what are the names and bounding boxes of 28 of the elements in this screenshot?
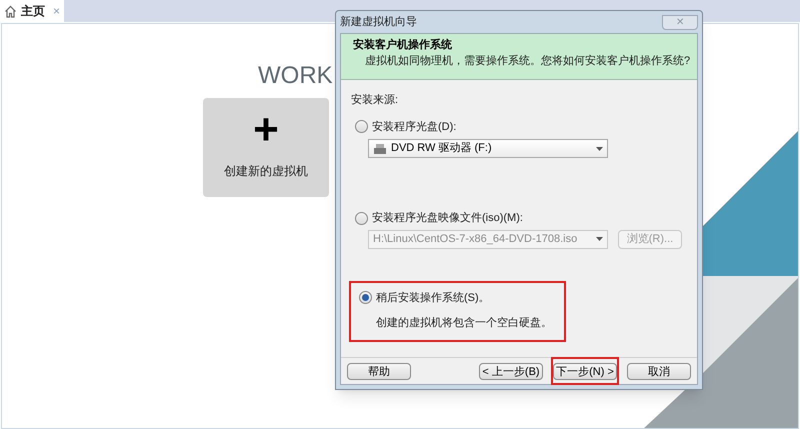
dropdown-caret-icon bbox=[596, 237, 603, 241]
option-label: 安装程序光盘映像文件(iso)(M): bbox=[372, 210, 523, 226]
radio-button[interactable] bbox=[359, 291, 372, 304]
dropdown-value: H:\Linux\CentOS-7-x86_64-DVD-1708.iso bbox=[373, 232, 578, 247]
dialog-button[interactable]: 取消 bbox=[627, 363, 691, 380]
plus-icon: + bbox=[253, 110, 279, 150]
tab-label: 主页 bbox=[21, 3, 45, 20]
dialog-button[interactable]: 帮助 bbox=[347, 363, 411, 380]
dialog-button[interactable]: < 上一步(B) bbox=[479, 363, 543, 380]
disc-drive-icon bbox=[373, 142, 387, 154]
dropdown-field[interactable]: DVD RW 驱动器 (F:) bbox=[368, 139, 608, 158]
option-label: 稍后安装操作系统(S)。 bbox=[376, 290, 490, 306]
workstation-title: WORK bbox=[258, 62, 333, 90]
dropdown-caret-icon bbox=[596, 146, 603, 150]
header-title: 安装客户机操作系统 bbox=[353, 38, 453, 53]
option-label: 安装程序光盘(D): bbox=[372, 120, 456, 134]
source-label: 安装来源: bbox=[351, 92, 400, 108]
option-note: 创建的虚拟机将包含一个空白硬盘。 bbox=[376, 316, 552, 331]
dialog-button[interactable]: 下一步(N) > bbox=[553, 363, 617, 380]
home-icon bbox=[4, 4, 17, 18]
dropdown-value: DVD RW 驱动器 (F:) bbox=[391, 141, 493, 156]
radio-button[interactable] bbox=[355, 120, 368, 134]
create-vm-card[interactable]: + 创建新的虚拟机 bbox=[203, 98, 329, 197]
radio-button[interactable] bbox=[355, 212, 368, 225]
dialog-title: 新建虚拟机向导 bbox=[340, 14, 417, 30]
home-tab[interactable]: 主页 × bbox=[0, 0, 64, 22]
card-label: 创建新的虚拟机 bbox=[224, 163, 308, 180]
header-subtitle: 虚拟机如同物理机，需要操作系统。您将如何安装客户机操作系统? bbox=[365, 54, 690, 69]
